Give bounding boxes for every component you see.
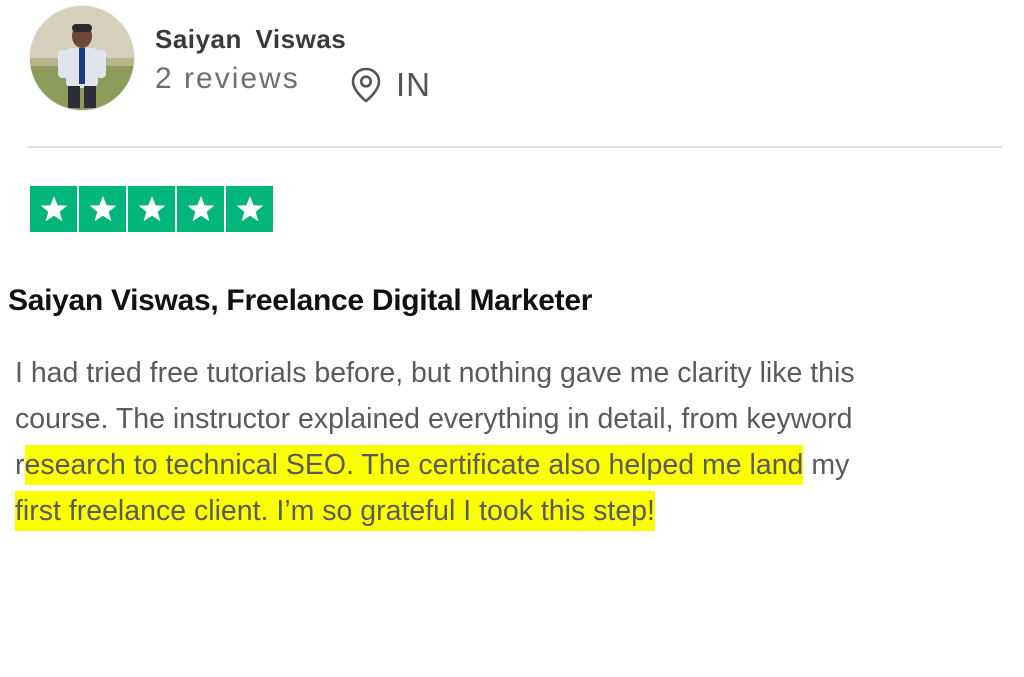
reviewer-name[interactable]: Saiyan Viswas	[155, 24, 346, 55]
star-box	[226, 186, 273, 232]
star-box	[30, 186, 77, 232]
star-box	[128, 186, 175, 232]
reviewer-location: IN	[350, 66, 431, 104]
star-icon	[138, 196, 165, 222]
star-icon	[236, 196, 263, 222]
location-pin-icon	[351, 67, 381, 103]
star-icon	[40, 196, 67, 222]
review-text: my	[803, 449, 850, 481]
divider	[28, 146, 1002, 148]
review-line: research to technical SEO. The certifica…	[15, 442, 1005, 488]
highlighted-text: esearch to technical SEO. The certificat…	[24, 445, 804, 485]
review-line: I had tried free tutorials before, but n…	[15, 357, 855, 389]
star-icon	[89, 196, 116, 222]
star-box	[177, 186, 224, 232]
highlighted-text: first freelance client. I’m so grateful …	[15, 491, 655, 531]
avatar-photo	[30, 6, 134, 110]
review-count: 2 reviews	[155, 62, 300, 95]
review-title: Saiyan Viswas, Freelance Digital Markete…	[8, 284, 593, 317]
review-text: r	[15, 449, 25, 481]
avatar	[30, 6, 134, 110]
review-body: I had tried free tutorials before, but n…	[15, 350, 1005, 534]
star-rating	[30, 186, 273, 232]
review-line: first freelance client. I’m so grateful …	[15, 488, 1005, 534]
country-code: IN	[396, 66, 431, 103]
star-icon	[187, 196, 214, 222]
star-box	[79, 186, 126, 232]
review-line: course. The instructor explained everyth…	[15, 403, 853, 435]
